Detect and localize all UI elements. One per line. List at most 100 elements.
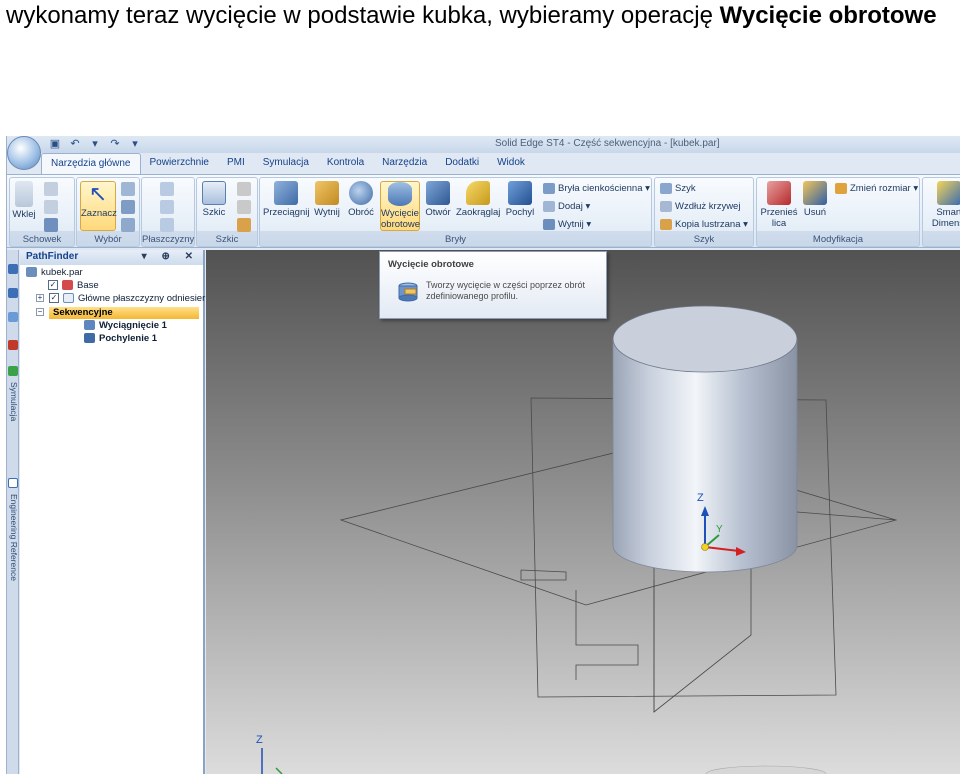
- layers-tab-icon[interactable]: [8, 288, 18, 298]
- pathfinder-window-controls[interactable]: ▾ ⊕ ✕: [142, 251, 199, 262]
- smart-dimension-button[interactable]: Smart Dimensi: [929, 181, 960, 229]
- model-scene: [261, 305, 898, 774]
- tab-tools[interactable]: Narzędzia: [373, 153, 436, 174]
- bottom-object-edge: [705, 765, 827, 774]
- cut-icon[interactable]: [44, 182, 58, 196]
- revolved-cut-label-line1: Wycięcie: [381, 208, 419, 219]
- tree-item-feature2[interactable]: Pochylenie 1: [84, 333, 157, 345]
- plane-coincident-icon[interactable]: [160, 182, 174, 196]
- tab-inspect[interactable]: Kontrola: [318, 153, 373, 174]
- sketch-profile-top: [520, 569, 567, 581]
- revolved-cut-button[interactable]: Wycięcie obrotowe: [380, 181, 420, 231]
- revolve-button[interactable]: Obróć: [346, 181, 376, 218]
- simulation-tab-icon[interactable]: [8, 366, 18, 376]
- thin-wall-button[interactable]: Bryła cienkościenna ▾: [543, 183, 650, 195]
- along-curve-label: Wzdłuż krzywej: [675, 201, 741, 213]
- engineering-reference-tab[interactable]: Engineering Reference: [7, 494, 19, 581]
- collapse-sequence-icon[interactable]: −: [36, 308, 44, 317]
- move-faces-button[interactable]: Przenieś lica: [760, 181, 798, 229]
- cup-cylinder-top-face[interactable]: [612, 305, 798, 373]
- customize-icon[interactable]: ▾: [127, 137, 143, 151]
- tab-pmi[interactable]: PMI: [218, 153, 254, 174]
- paste-icon: [15, 181, 33, 207]
- add-button[interactable]: Dodaj ▾: [543, 201, 590, 213]
- plane-angle-icon[interactable]: [160, 218, 174, 232]
- select-button[interactable]: ↖ Zaznacz: [80, 181, 117, 231]
- pathfinder-tab-icon[interactable]: [8, 264, 18, 274]
- tab-simulation[interactable]: Symulacja: [254, 153, 318, 174]
- extrude-button[interactable]: Przeciągnij: [263, 181, 309, 218]
- hole-label: Otwór: [425, 207, 451, 218]
- engineering-reference-tab-icon[interactable]: [8, 478, 18, 488]
- tree-item-root[interactable]: kubek.par: [26, 267, 83, 279]
- application-menu-button[interactable]: [7, 136, 41, 170]
- sketch-icon: [202, 181, 226, 205]
- along-curve-button[interactable]: Wzdłuż krzywej: [660, 201, 740, 213]
- tree-item-base[interactable]: ✓ Base: [48, 280, 99, 292]
- hole-button[interactable]: Otwór: [424, 181, 452, 218]
- tab-addons[interactable]: Dodatki: [436, 153, 488, 174]
- round-icon: [466, 181, 490, 205]
- mirror-button[interactable]: Kopia lustrzana ▾: [660, 219, 748, 231]
- save-icon[interactable]: ▣: [47, 137, 63, 151]
- expand-planes-icon[interactable]: +: [36, 294, 44, 303]
- select-tools-icon[interactable]: [121, 218, 135, 232]
- delete-label: Usuń: [803, 207, 827, 218]
- pattern-button[interactable]: Szyk: [660, 183, 696, 195]
- thin-wall-icon: [543, 183, 555, 194]
- pattern-label: Szyk: [675, 183, 696, 195]
- dropdown-icon[interactable]: ▾: [87, 137, 103, 151]
- view-triad-y-line: [275, 767, 283, 774]
- group-planes-label: Płaszczyzny: [142, 234, 195, 245]
- horizontal-plane-front-edge: [796, 511, 897, 521]
- smart-dimension-label-line2: Dimensi: [931, 218, 960, 229]
- draft-button[interactable]: Pochyl: [504, 181, 536, 218]
- tab-surfaces[interactable]: Powierzchnie: [141, 153, 218, 174]
- tab-view[interactable]: Widok: [488, 153, 534, 174]
- sensors-tab-icon[interactable]: [8, 312, 18, 322]
- sketch-tool-2-icon[interactable]: [237, 200, 251, 214]
- group-sketch-label: Szkic: [215, 234, 239, 245]
- redo-icon[interactable]: ↷: [107, 137, 123, 151]
- tree-item-planes[interactable]: + ✓ Główne płaszczyzny odniesier: [36, 293, 205, 305]
- base-checkbox[interactable]: ✓: [48, 280, 58, 291]
- feature-library-tab-icon[interactable]: [8, 340, 18, 350]
- select-filter-icon[interactable]: [121, 200, 135, 214]
- sketch-tool-3-icon[interactable]: [237, 218, 251, 232]
- resize-button[interactable]: Zmień rozmiar ▾: [835, 183, 918, 195]
- copy-icon[interactable]: [44, 200, 58, 214]
- select-window-icon[interactable]: [121, 182, 135, 196]
- delete-button[interactable]: Usuń: [801, 181, 829, 218]
- tree-item-sequence-row[interactable]: − Sekwencyjne: [36, 307, 199, 319]
- smart-dimension-label-line1: Smart: [936, 207, 960, 218]
- cut-feature-icon: [315, 181, 339, 205]
- graphics-viewport[interactable]: Z Y Z: [206, 250, 960, 774]
- planes-checkbox[interactable]: ✓: [49, 293, 59, 304]
- plane-parallel-icon[interactable]: [160, 200, 174, 214]
- docking-tab-strip: Symulacja Engineering Reference: [7, 250, 19, 774]
- revolve-label: Obróć: [348, 207, 374, 218]
- caption-operation-name: Wycięcie obrotowe: [719, 2, 937, 29]
- z-axis-label: Z: [697, 492, 704, 504]
- tree-item-feature1-label: Wyciągnięcie 1: [99, 320, 167, 331]
- cut-small-button[interactable]: Wytnij ▾: [543, 219, 591, 231]
- caption-text: wykonamy teraz wycięcie w podstawie kubk…: [6, 2, 720, 29]
- tree-item-sequence[interactable]: Sekwencyjne: [49, 307, 199, 319]
- add-label: Dodaj: [558, 201, 583, 213]
- cut-button[interactable]: Wytnij: [312, 181, 342, 218]
- sketch-tool-1-icon[interactable]: [237, 182, 251, 196]
- tree-item-feature1[interactable]: Wyciągnięcie 1: [84, 320, 167, 332]
- paste-button[interactable]: Wklej: [12, 181, 36, 220]
- solid-edge-window: ▣ ↶ ▾ ↷ ▾ Solid Edge ST4 - Część sekwenc…: [6, 136, 960, 774]
- revolve-icon: [349, 181, 373, 205]
- simulation-tab[interactable]: Symulacja: [7, 382, 19, 421]
- group-clipboard-label: Schowek: [22, 234, 62, 245]
- format-painter-icon[interactable]: [44, 218, 58, 232]
- tab-home[interactable]: Narzędzia główne: [41, 153, 141, 174]
- round-button[interactable]: Zaokrąglaj: [456, 181, 500, 218]
- undo-icon[interactable]: ↶: [67, 137, 83, 151]
- cut-small-icon: [543, 219, 555, 230]
- pattern-icon: [660, 183, 672, 194]
- sketch-button[interactable]: Szkic: [200, 181, 228, 218]
- planes-icon: [63, 293, 74, 304]
